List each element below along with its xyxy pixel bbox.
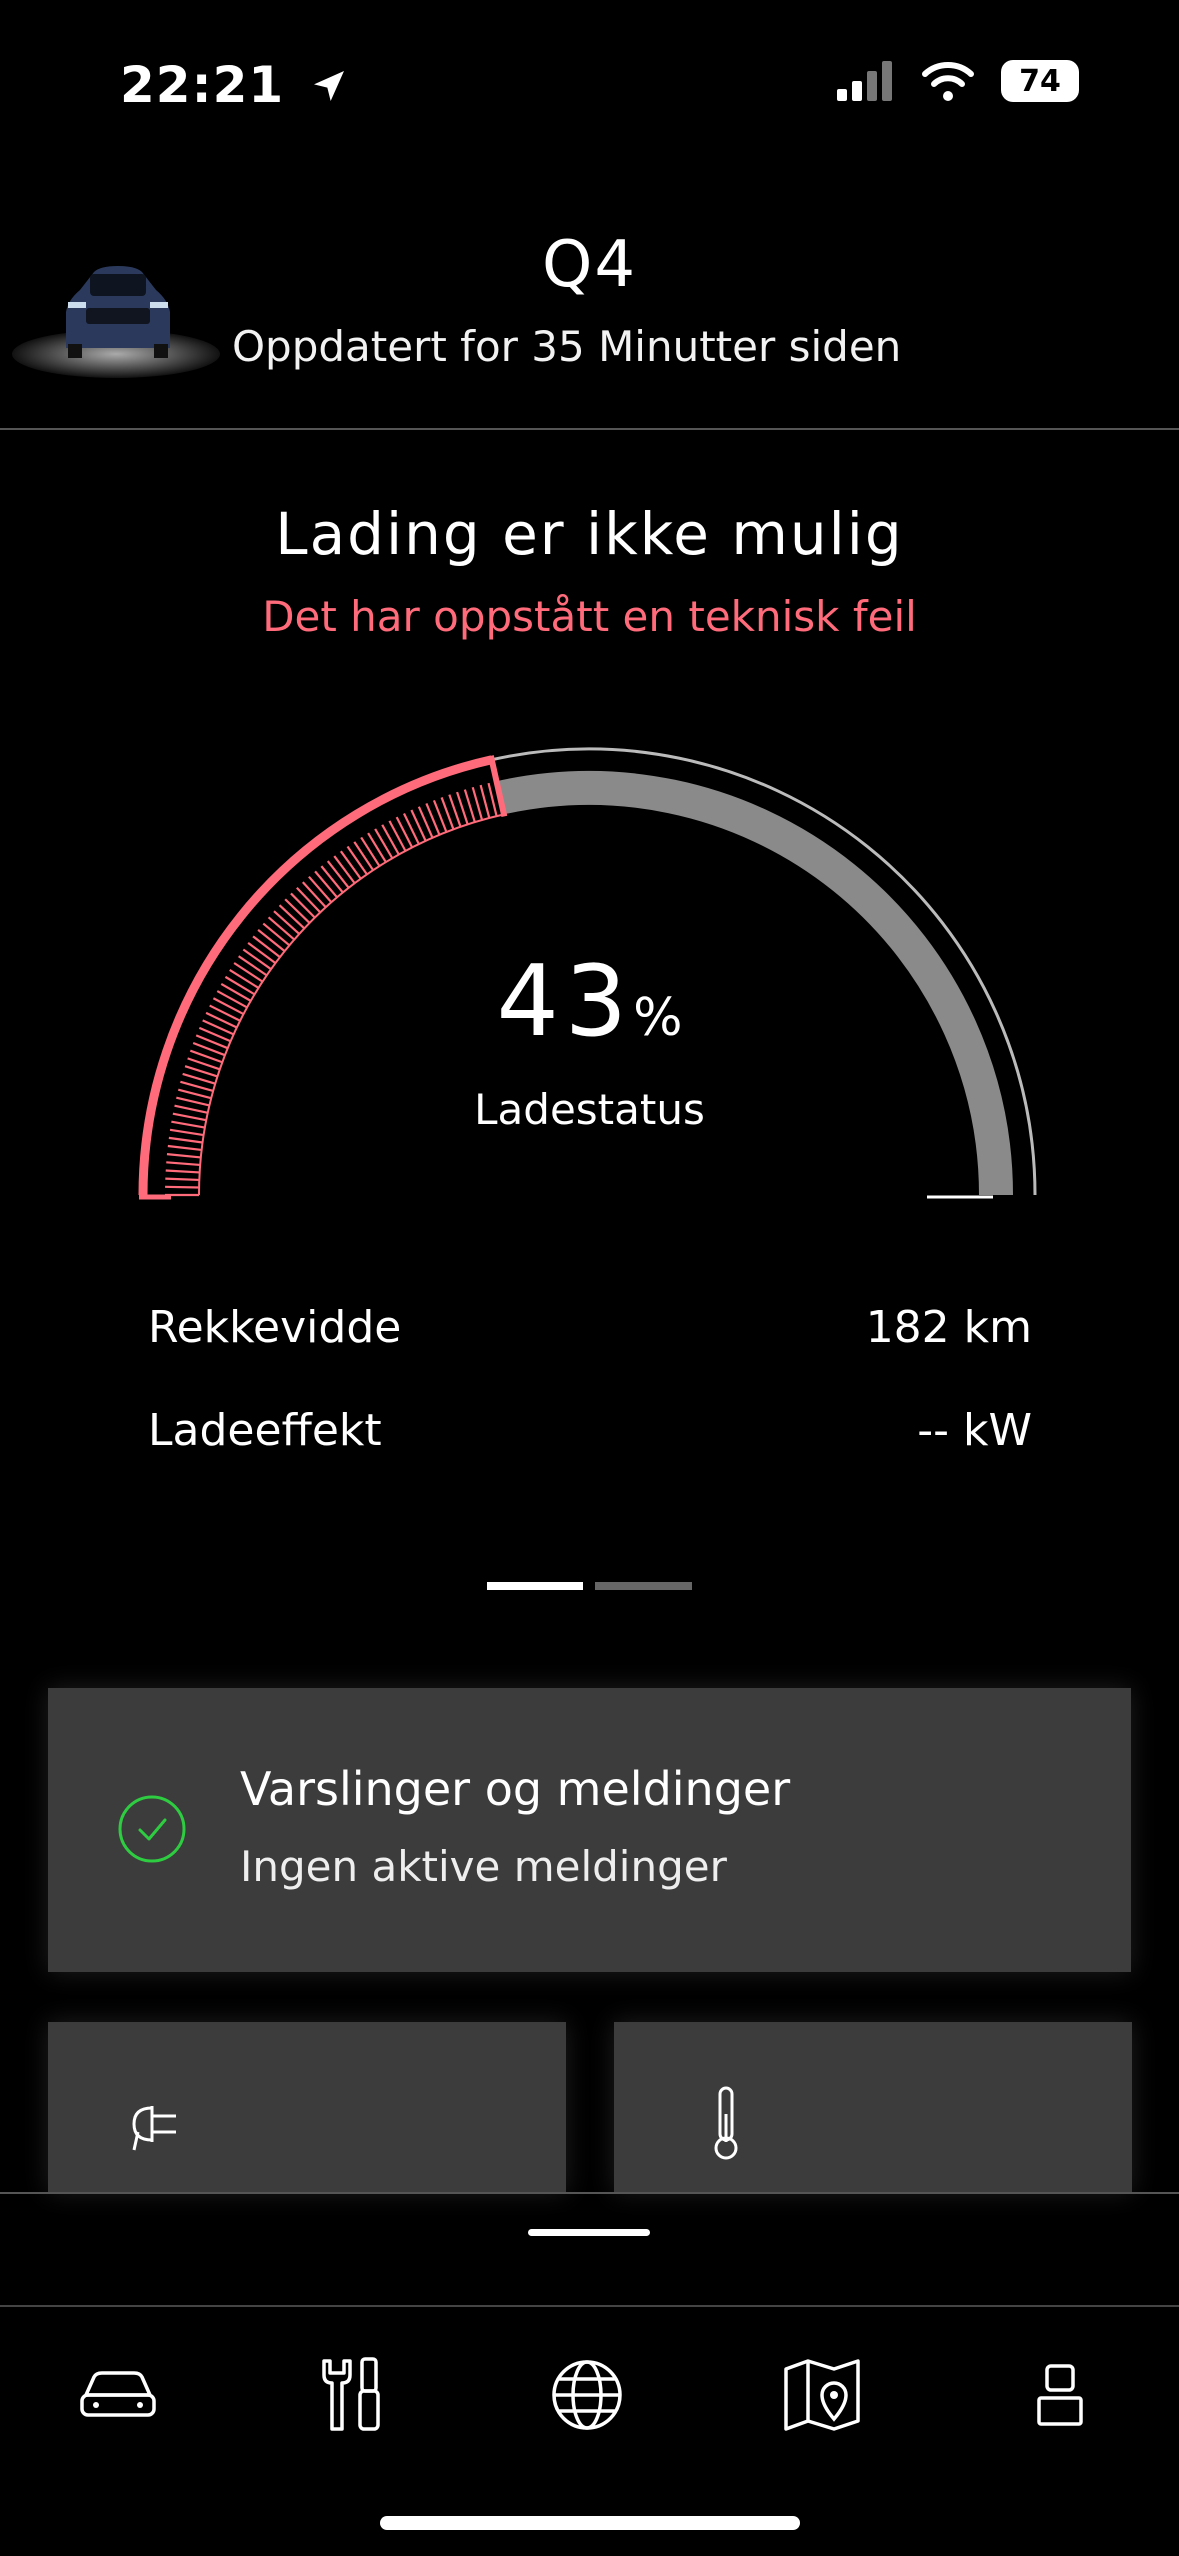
gauge-hatch-tick: [360, 836, 381, 867]
charging-tile[interactable]: [48, 2022, 566, 2192]
nav-car-icon[interactable]: [73, 2350, 163, 2440]
wifi-icon: [922, 62, 974, 101]
gauge-hatch-tick: [479, 784, 491, 819]
range-label: Rekkevidde: [148, 1302, 402, 1353]
charge-percent: 43%: [496, 945, 683, 1059]
alerts-title: Varslinger og meldinger: [240, 1762, 791, 1816]
thermometer-icon: [714, 2086, 738, 2160]
gauge-hatch-tick: [182, 1072, 216, 1085]
page-indicator-inactive[interactable]: [595, 1582, 692, 1590]
gauge-hatch-tick: [296, 886, 322, 914]
gauge-hatch-tick: [353, 841, 375, 871]
vehicle-title: Q4: [541, 228, 638, 302]
alerts-subtitle: Ingen aktive meldinger: [240, 1842, 727, 1891]
gauge-hatch-tick: [320, 865, 344, 894]
last-updated-text: Oppdatert for 35 Minutter siden: [232, 322, 902, 371]
gauge-hatch-tick: [395, 816, 414, 848]
gauge-hatch-tick: [278, 904, 306, 930]
gauge-hatch-tick: [381, 824, 400, 856]
nav-tools-icon[interactable]: [306, 2350, 396, 2440]
gauge-hatch-tick: [165, 1177, 200, 1182]
gauge-hatch-tick: [262, 922, 291, 947]
climate-tile[interactable]: [614, 2022, 1132, 2192]
gauge-hatch-tick: [301, 881, 327, 908]
nav-divider: [0, 2305, 1179, 2307]
gauge-hatch-tick: [374, 828, 394, 859]
charging-plug-icon: [132, 2106, 176, 2151]
nav-map-icon[interactable]: [777, 2350, 867, 2440]
sheet-drag-handle[interactable]: [528, 2229, 650, 2236]
status-time: 22:21: [120, 56, 349, 114]
header-divider: [0, 428, 1179, 430]
signal-icon: [837, 61, 892, 101]
nav-profile-icon[interactable]: [1015, 2350, 1105, 2440]
page-indicator-active[interactable]: [487, 1582, 583, 1590]
nav-globe-icon[interactable]: [542, 2350, 632, 2440]
gauge-hatch-tick: [333, 855, 356, 884]
range-value: 182 km: [865, 1302, 1032, 1353]
charge-power-value: -- kW: [917, 1405, 1032, 1456]
gauge-hatch-tick: [367, 832, 387, 863]
charging-error-text: Det har oppstått en teknisk feil: [262, 592, 917, 641]
location-arrow-icon: [313, 71, 344, 101]
charging-status-title: Lading er ikke mulig: [275, 500, 904, 568]
home-indicator[interactable]: [380, 2516, 800, 2530]
gauge-hatch-tick: [165, 1185, 200, 1189]
gauge-hatch-tick: [308, 875, 333, 903]
gauge-hatch-tick: [471, 786, 484, 821]
gauge-hatch-tick: [168, 1136, 203, 1144]
charge-power-label: Ladeeffekt: [148, 1405, 382, 1456]
gauge-hatch-tick: [388, 820, 407, 852]
gauge-hatch-tick: [346, 845, 368, 876]
gauge-hatch-tick: [339, 850, 362, 880]
alerts-card[interactable]: [48, 1688, 1131, 1972]
gauge-hatch-tick: [166, 1161, 201, 1167]
gauge-hatch-tick: [167, 1144, 202, 1152]
check-circle-icon: [118, 1795, 186, 1863]
gauge-hatch-tick: [326, 860, 350, 889]
gauge-hatch-tick: [273, 910, 300, 935]
gauge-hatch-tick: [290, 892, 316, 919]
gauge-hatch-tick: [284, 898, 311, 924]
charge-percent-label: Ladestatus: [474, 1085, 705, 1134]
gauge-hatch-tick: [165, 1169, 200, 1174]
gauge-hatch-tick: [166, 1153, 201, 1159]
gauge-hatch-tick: [403, 813, 420, 845]
sheet-divider: [0, 2192, 1179, 2194]
battery-indicator: 74: [1001, 60, 1079, 102]
gauge-hatch-tick: [267, 916, 295, 941]
status-icons: 74: [837, 60, 1079, 102]
gauge-hatch-tick: [314, 870, 338, 899]
